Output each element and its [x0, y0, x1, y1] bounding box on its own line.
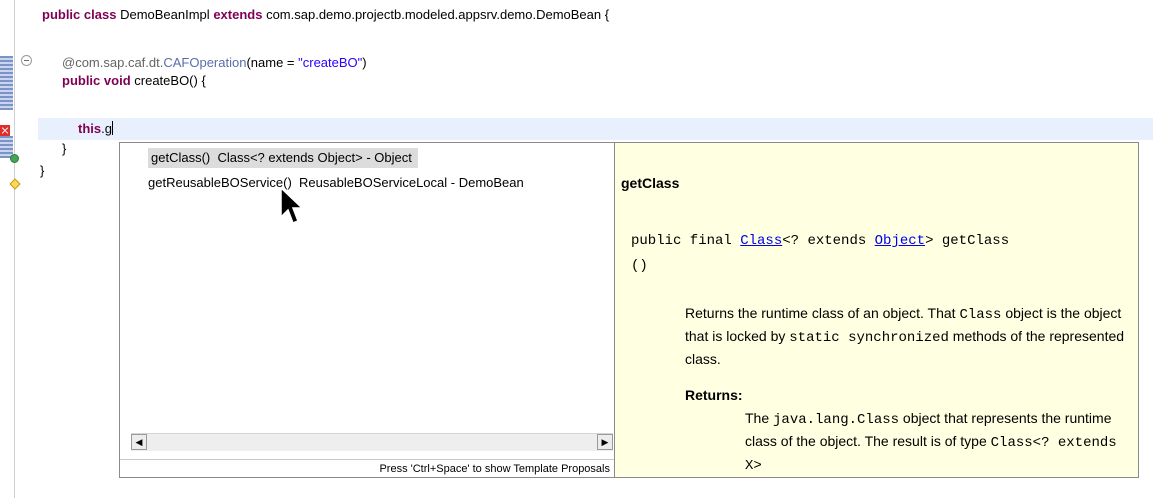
- object-link[interactable]: Object: [875, 233, 925, 249]
- desc-code: Class: [959, 307, 1002, 323]
- proposal-item-getreusableboservice[interactable]: getReusableBOService() ReusableBOService…: [148, 173, 530, 193]
- fold-collapse-icon[interactable]: [21, 55, 32, 66]
- code-line-method-declaration[interactable]: public void createBO() {: [62, 72, 206, 90]
- javadoc-hover-panel[interactable]: getClass public final Class<? extends Ob…: [614, 142, 1139, 478]
- annotation-close: ): [362, 55, 367, 70]
- proposal-label: getReusableBOService() ReusableBOService…: [148, 175, 524, 190]
- overview-ruler-marker[interactable]: [0, 56, 13, 110]
- signature-method-name: > getClass: [925, 233, 1010, 249]
- javadoc-returns-header: Returns:: [685, 387, 743, 403]
- keyword-class: class: [83, 7, 117, 22]
- proposal-list[interactable]: getClass() Class<? extends Object> - Obj…: [120, 143, 614, 432]
- code-line-close-class[interactable]: }: [40, 162, 44, 180]
- code-line-annotation[interactable]: @com.sap.caf.dt.CAFOperation(name = "cre…: [62, 54, 367, 72]
- content-assist-popup[interactable]: getClass() Class<? extends Object> - Obj…: [119, 142, 615, 478]
- keyword-public: public: [62, 73, 101, 88]
- ret-text: The: [745, 410, 774, 426]
- keyword-extends: extends: [213, 7, 263, 22]
- mouse-pointer-icon: [280, 187, 304, 224]
- javadoc-title: getClass: [621, 175, 680, 191]
- annotation-args: (name =: [246, 55, 299, 70]
- desc-text: Returns the runtime class of an object. …: [685, 305, 960, 321]
- gutter-divider: [14, 0, 15, 498]
- scroll-left-arrow-icon[interactable]: ◀: [131, 434, 147, 450]
- signature-parens: (): [631, 258, 648, 274]
- keyword-public: public: [42, 7, 81, 22]
- typed-text: .g: [101, 121, 112, 136]
- class-link[interactable]: Class: [740, 233, 782, 249]
- template-proposals-hint[interactable]: Press 'Ctrl+Space' to show Template Prop…: [120, 459, 614, 477]
- error-marker-icon[interactable]: [0, 125, 10, 136]
- code-line-close-method[interactable]: }: [62, 140, 66, 158]
- code-line-class-declaration[interactable]: public class DemoBeanImpl extends com.sa…: [42, 6, 609, 24]
- proposal-label: getClass() Class<? extends Object> - Obj…: [151, 150, 412, 165]
- signature-modifiers: public final: [631, 233, 741, 249]
- superclass-name: com.sap.demo.projectb.modeled.appsrv.dem…: [266, 7, 610, 22]
- current-line-highlight: [38, 118, 1153, 140]
- class-name: DemoBeanImpl: [120, 7, 210, 22]
- keyword-void: void: [103, 73, 131, 88]
- keyword-this: this: [78, 121, 102, 136]
- scroll-right-arrow-icon[interactable]: ▶: [597, 434, 613, 450]
- javadoc-description: Returns the runtime class of an object. …: [685, 303, 1125, 370]
- public-method-icon: [10, 154, 19, 163]
- annotation-type: CAFOperation: [163, 55, 247, 70]
- desc-code: static synchronized: [789, 330, 949, 346]
- horizontal-scrollbar[interactable]: ◀ ▶: [131, 433, 613, 451]
- text-caret: [111, 121, 113, 135]
- signature-generic: <? extends: [782, 233, 875, 249]
- javadoc-signature: public final Class<? extends Object> get…: [631, 229, 1131, 279]
- javadoc-returns-text: The java.lang.Class object that represen…: [745, 408, 1135, 477]
- string-literal: "createBO": [298, 55, 363, 70]
- ret-code: java.lang.Class: [773, 412, 900, 428]
- method-signature: createBO() {: [134, 73, 206, 88]
- proposal-item-getclass[interactable]: getClass() Class<? extends Object> - Obj…: [148, 148, 418, 168]
- annotation-package: @com.sap.caf.dt.: [62, 55, 164, 70]
- code-line-current[interactable]: this.g: [78, 120, 113, 138]
